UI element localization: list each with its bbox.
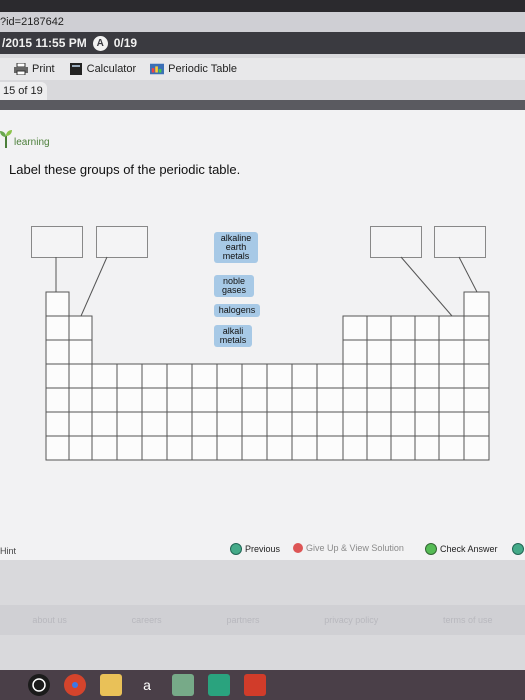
periodic-table-label: Periodic Table — [168, 63, 238, 75]
chrome-icon[interactable] — [64, 674, 86, 696]
office-icon[interactable] — [244, 674, 266, 696]
link-partners[interactable]: partners — [226, 615, 259, 625]
link-about-us[interactable]: about us — [32, 615, 67, 625]
question-text: Label these groups of the periodic table… — [9, 162, 241, 177]
sprout-icon — [0, 130, 12, 148]
brand-text: learning — [14, 137, 50, 148]
url-bar[interactable]: ?id=2187642 — [0, 12, 525, 32]
sway-icon[interactable] — [208, 674, 230, 696]
link-terms-of-use[interactable]: terms of use — [443, 615, 493, 625]
periodic-table-icon — [150, 63, 165, 75]
progress-strip — [0, 100, 525, 110]
give-up-icon — [293, 543, 303, 553]
print-label: Print — [32, 63, 55, 75]
folder-icon[interactable] — [100, 674, 122, 696]
print-button[interactable]: Print — [14, 63, 55, 75]
next-icon — [512, 543, 524, 555]
taskbar: a — [0, 670, 525, 700]
calculator-button[interactable]: Calculator — [69, 63, 137, 75]
toolbar: Print Calculator Periodic Table — [0, 58, 525, 80]
hp-icon[interactable] — [28, 674, 50, 696]
give-up-label: Give Up & View Solution — [306, 543, 404, 553]
periodic-table-button[interactable]: Periodic Table — [150, 63, 237, 75]
next-button[interactable] — [512, 543, 524, 555]
check-label: Check Answer — [440, 544, 498, 554]
check-answer-button[interactable]: Check Answer — [425, 543, 498, 555]
hint-button[interactable]: Hint — [0, 546, 16, 556]
give-up-button[interactable]: Give Up & View Solution — [293, 543, 404, 553]
score: 0/19 — [113, 36, 138, 50]
calculator-label: Calculator — [86, 63, 137, 75]
amazon-icon[interactable]: a — [136, 674, 158, 696]
leader-lines — [55, 256, 478, 317]
score-icon: A — [92, 35, 108, 51]
footer-links: about us careers partners privacy policy… — [0, 605, 525, 635]
previous-button[interactable]: Previous — [230, 543, 280, 555]
grid-cells — [45, 291, 490, 461]
printer-icon — [14, 63, 28, 75]
brand-logo: learning — [0, 128, 50, 148]
periodic-table-grid — [45, 256, 490, 461]
media-icon[interactable] — [172, 674, 194, 696]
datetime: /2015 11:55 PM — [2, 36, 87, 50]
check-icon — [425, 543, 437, 555]
progress-tab: 15 of 19 — [0, 82, 47, 100]
link-careers[interactable]: careers — [132, 615, 162, 625]
link-privacy-policy[interactable]: privacy policy — [324, 615, 378, 625]
previous-label: Previous — [245, 544, 281, 554]
previous-icon — [230, 543, 242, 555]
status-bar: /2015 11:55 PM A 0/19 — [0, 32, 525, 54]
calculator-icon — [69, 63, 82, 75]
